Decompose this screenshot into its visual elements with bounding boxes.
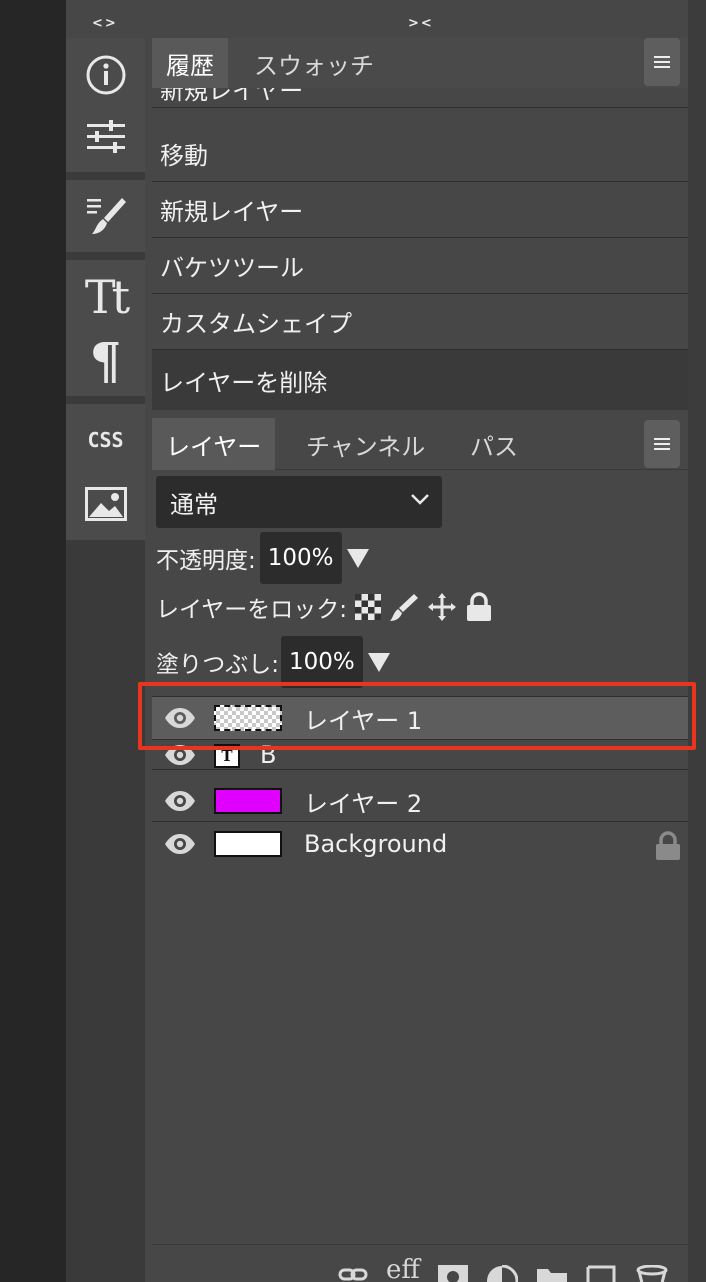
layer-row[interactable]: レイヤー 2 xyxy=(152,780,688,822)
fill-input[interactable]: 100% xyxy=(280,636,363,688)
effects-icon[interactable]: eff xyxy=(386,1255,420,1282)
eye-icon[interactable] xyxy=(164,790,196,812)
history-item[interactable]: バケツツール xyxy=(152,238,688,294)
fill-row: 塗りつぶし: 100% xyxy=(156,636,391,688)
opacity-label: 不透明度: xyxy=(156,548,256,574)
hamburger-icon xyxy=(654,438,670,450)
adjustments-icon[interactable] xyxy=(66,114,145,160)
panel-right-edge xyxy=(688,0,706,1282)
chevron-down-icon xyxy=(411,494,429,505)
layer-thumbnail-color xyxy=(214,788,282,814)
toolbar-group-media: CSS xyxy=(66,404,145,540)
triangle-down-icon[interactable] xyxy=(367,651,391,673)
mask-icon[interactable] xyxy=(438,1265,468,1282)
tab-paths[interactable]: パス xyxy=(456,418,532,470)
character-icon[interactable]: Tt xyxy=(66,270,145,324)
link-icon[interactable] xyxy=(338,1265,368,1282)
workspace-left-edge xyxy=(0,0,66,1282)
adjustment-layer-icon[interactable] xyxy=(486,1265,518,1282)
layers-panel: レイヤー チャンネル パス 通常 不透明度: 100% レイヤーをロック: 塗り… xyxy=(152,410,688,1282)
history-panel: 履歴 スウォッチ 新規レイヤー 移動 新規レイヤー バケツツール カスタムシェイ… xyxy=(152,38,688,410)
layer-lock-icon xyxy=(656,831,680,860)
lock-all-icon[interactable] xyxy=(465,592,493,622)
history-item[interactable]: カスタムシェイプ xyxy=(152,294,688,350)
panel-header-strip xyxy=(66,0,706,38)
layer-name: Background xyxy=(304,830,448,858)
trash-icon[interactable] xyxy=(636,1265,668,1282)
lock-pixels-brush-icon[interactable] xyxy=(389,592,419,622)
history-item-selected[interactable]: レイヤーを削除 xyxy=(152,350,688,410)
opacity-row: 不透明度: 100% xyxy=(156,532,370,584)
history-menu-button[interactable] xyxy=(644,38,680,86)
lock-transparency-icon[interactable] xyxy=(355,594,382,620)
layer-name: レイヤー 2 xyxy=(304,789,423,818)
toolbar-group-brush xyxy=(66,180,145,252)
selection-highlight-box xyxy=(138,682,696,750)
image-icon[interactable] xyxy=(66,480,145,528)
toolbar-group-text: Tt ¶ xyxy=(66,260,145,396)
side-toolbar: Tt ¶ CSS xyxy=(66,38,145,1282)
layer-row[interactable]: Background xyxy=(152,823,688,867)
brush-settings-icon[interactable] xyxy=(66,192,145,240)
new-layer-icon[interactable] xyxy=(586,1265,616,1282)
info-icon[interactable] xyxy=(66,52,145,98)
triangle-down-icon[interactable] xyxy=(346,547,370,569)
layers-tabs: レイヤー チャンネル パス xyxy=(152,418,688,470)
tab-history[interactable]: 履歴 xyxy=(152,38,228,88)
collapse-right-button[interactable]: >< xyxy=(408,16,434,31)
tab-layers[interactable]: レイヤー xyxy=(152,418,276,470)
collapse-left-button[interactable]: <> xyxy=(92,16,118,31)
lock-row: レイヤーをロック: xyxy=(156,590,493,624)
blend-mode-select[interactable]: 通常 xyxy=(156,476,442,528)
css-icon[interactable]: CSS xyxy=(66,424,145,456)
blend-mode-value: 通常 xyxy=(170,490,218,519)
layers-bottom-toolbar: eff xyxy=(152,1244,688,1282)
tab-swatches[interactable]: スウォッチ xyxy=(240,38,388,88)
lock-position-move-icon[interactable] xyxy=(427,592,457,622)
hamburger-icon xyxy=(654,56,670,68)
folder-icon[interactable] xyxy=(536,1265,568,1282)
history-list[interactable]: 新規レイヤー 移動 新規レイヤー バケツツール カスタムシェイプ レイヤーを削除 xyxy=(152,88,688,410)
tab-channels[interactable]: チャンネル xyxy=(292,418,439,470)
layers-menu-button[interactable] xyxy=(644,420,680,468)
opacity-input[interactable]: 100% xyxy=(259,532,342,584)
layer-thumbnail-white xyxy=(214,831,282,857)
history-item[interactable]: 新規レイヤー xyxy=(152,88,688,108)
toolbar-group-info xyxy=(66,38,145,172)
paragraph-icon[interactable]: ¶ xyxy=(66,331,145,390)
fill-label: 塗りつぶし: xyxy=(156,652,279,678)
history-item[interactable]: 移動 xyxy=(152,126,688,182)
lock-label: レイヤーをロック: xyxy=(156,597,348,623)
history-item[interactable]: 新規レイヤー xyxy=(152,182,688,238)
history-tabs: 履歴 スウォッチ xyxy=(152,38,688,88)
eye-icon[interactable] xyxy=(164,833,196,855)
